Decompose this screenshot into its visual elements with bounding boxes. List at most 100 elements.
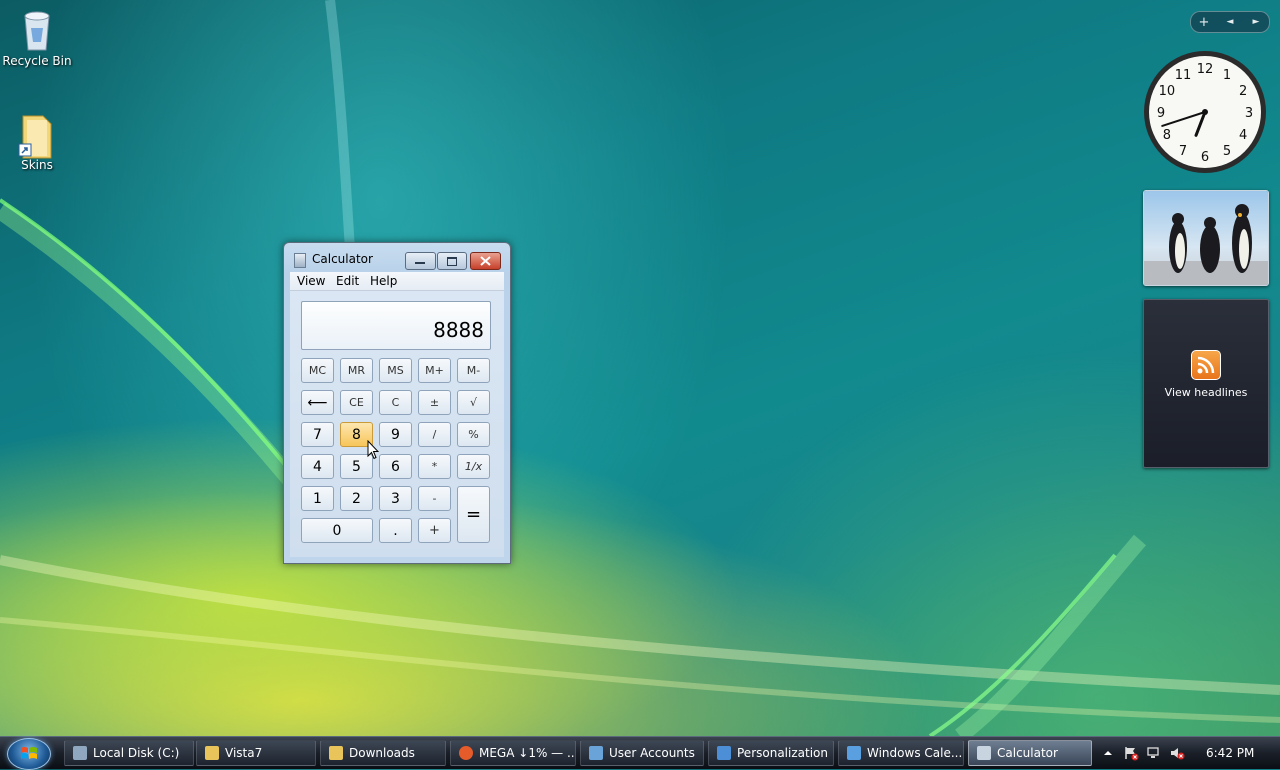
- folder-shortcut-icon: [17, 112, 57, 159]
- taskbar-item-label: Windows Cale...: [867, 746, 963, 760]
- taskbar-item-downloads[interactable]: Downloads: [320, 740, 446, 766]
- clear-button[interactable]: C: [379, 390, 412, 415]
- network-icon[interactable]: [1146, 745, 1162, 761]
- window-title: Calculator: [312, 252, 373, 266]
- sqrt-button[interactable]: √: [457, 390, 490, 415]
- slideshow-gadget[interactable]: [1143, 190, 1269, 286]
- next-gadget-button[interactable]: ►: [1245, 17, 1267, 27]
- mc-button[interactable]: MC: [301, 358, 334, 383]
- add-gadget-button[interactable]: +: [1193, 15, 1215, 30]
- digit-6-button[interactable]: 6: [379, 454, 412, 479]
- taskbar-item-label: Vista7: [225, 746, 263, 760]
- windows-logo-icon: [21, 747, 37, 759]
- plus-minus-button[interactable]: ±: [418, 390, 451, 415]
- ce-button[interactable]: CE: [340, 390, 373, 415]
- prev-gadget-button[interactable]: ◄: [1219, 17, 1241, 27]
- taskbar-item-vista7[interactable]: Vista7: [196, 740, 316, 766]
- taskbar-item-label: Local Disk (C:): [93, 746, 180, 760]
- minimize-button[interactable]: [405, 252, 436, 270]
- action-center-flag-icon[interactable]: [1123, 745, 1139, 761]
- taskbar-item-mega[interactable]: MEGA ↓1% — ...: [450, 740, 576, 766]
- percent-button[interactable]: %: [457, 422, 490, 447]
- subtract-button[interactable]: -: [418, 486, 451, 511]
- calculator-window: Calculator View Edit Help 8888 MC MR MS …: [283, 242, 511, 564]
- show-hidden-icons-icon[interactable]: [1100, 745, 1116, 761]
- divide-button[interactable]: /: [418, 422, 451, 447]
- digit-3-button[interactable]: 3: [379, 486, 412, 511]
- clock-numeral: 3: [1245, 106, 1253, 121]
- feed-headlines-gadget[interactable]: View headlines: [1143, 299, 1269, 468]
- drive-icon: [73, 746, 87, 760]
- sidebar-controls: + ◄ ►: [1190, 11, 1270, 33]
- personalization-icon: [717, 746, 731, 760]
- folder-icon: [205, 746, 219, 760]
- mouse-cursor-icon: [367, 440, 379, 460]
- clock-numeral: 11: [1175, 68, 1192, 83]
- taskbar-item-user-accounts[interactable]: User Accounts: [580, 740, 704, 766]
- taskbar-item-label: Downloads: [349, 746, 415, 760]
- clock-numeral: 1: [1223, 68, 1231, 83]
- taskbar-item-calculator[interactable]: Calculator: [968, 740, 1092, 766]
- display-value: 8888: [433, 318, 484, 342]
- digit-7-button[interactable]: 7: [301, 422, 334, 447]
- calculator-icon: [977, 746, 991, 760]
- calculator-display: 8888: [301, 301, 491, 350]
- reciprocal-button[interactable]: 1/x: [457, 454, 490, 479]
- wallpaper-streaks: [0, 0, 1280, 736]
- desktop-icon-label: Recycle Bin: [2, 54, 72, 68]
- menu-help[interactable]: Help: [370, 274, 397, 288]
- digit-2-button[interactable]: 2: [340, 486, 373, 511]
- clock-gadget[interactable]: 12 1 2 3 4 5 6 7 8 9 10 11: [1142, 49, 1268, 175]
- multiply-button[interactable]: *: [418, 454, 451, 479]
- taskbar-item-label: MEGA ↓1% — ...: [479, 746, 576, 760]
- view-headlines-link[interactable]: View headlines: [1144, 386, 1268, 399]
- calculator-app-icon: [294, 253, 306, 268]
- penguins-photo: [1144, 191, 1268, 285]
- volume-muted-icon[interactable]: [1169, 745, 1185, 761]
- ms-button[interactable]: MS: [379, 358, 412, 383]
- start-button[interactable]: [7, 738, 51, 770]
- firefox-icon: [459, 746, 473, 760]
- desktop-icon-recycle-bin[interactable]: Recycle Bin: [1, 8, 73, 68]
- clock-numeral: 4: [1239, 128, 1247, 143]
- taskbar-item-label: Personalization: [737, 746, 828, 760]
- taskbar-item-local-disk[interactable]: Local Disk (C:): [64, 740, 194, 766]
- clock-numeral: 12: [1197, 62, 1214, 77]
- add-button[interactable]: +: [418, 518, 451, 543]
- clock-numeral: 5: [1223, 144, 1231, 159]
- system-tray: 6:42 PM: [1100, 740, 1254, 766]
- menu-edit[interactable]: Edit: [336, 274, 359, 288]
- taskbar-clock[interactable]: 6:42 PM: [1206, 746, 1254, 760]
- title-bar[interactable]: Calculator: [284, 243, 510, 273]
- digit-0-button[interactable]: 0: [301, 518, 373, 543]
- taskbar-item-windows-calendar[interactable]: Windows Cale...: [838, 740, 964, 766]
- clock-numeral: 8: [1163, 128, 1171, 143]
- clock-numeral: 7: [1179, 144, 1187, 159]
- m-minus-button[interactable]: M-: [457, 358, 490, 383]
- clock-numeral: 9: [1157, 106, 1165, 121]
- clock-numeral: 6: [1201, 150, 1209, 165]
- digit-4-button[interactable]: 4: [301, 454, 334, 479]
- taskbar-item-label: User Accounts: [609, 746, 695, 760]
- close-icon: [480, 256, 491, 266]
- m-plus-button[interactable]: M+: [418, 358, 451, 383]
- menu-bar: View Edit Help: [290, 272, 504, 291]
- taskbar-item-personalization[interactable]: Personalization: [708, 740, 834, 766]
- calendar-icon: [847, 746, 861, 760]
- maximize-button[interactable]: [437, 252, 467, 270]
- backspace-button[interactable]: ⟵: [301, 390, 334, 415]
- decimal-button[interactable]: .: [379, 518, 412, 543]
- calculator-body: 8888 MC MR MS M+ M- ⟵ CE C ± √ 7 8 9 / %…: [290, 291, 504, 557]
- close-button[interactable]: [470, 252, 501, 270]
- desktop-icon-label: Skins: [21, 158, 53, 172]
- digit-1-button[interactable]: 1: [301, 486, 334, 511]
- taskbar-item-label: Calculator: [997, 746, 1058, 760]
- mr-button[interactable]: MR: [340, 358, 373, 383]
- digit-9-button[interactable]: 9: [379, 422, 412, 447]
- menu-view[interactable]: View: [297, 274, 325, 288]
- recycle-bin-icon: [17, 8, 57, 52]
- equals-button[interactable]: =: [457, 486, 490, 543]
- desktop-icon-skins[interactable]: Skins: [1, 112, 73, 172]
- minimize-icon: [415, 262, 425, 264]
- folder-icon: [329, 746, 343, 760]
